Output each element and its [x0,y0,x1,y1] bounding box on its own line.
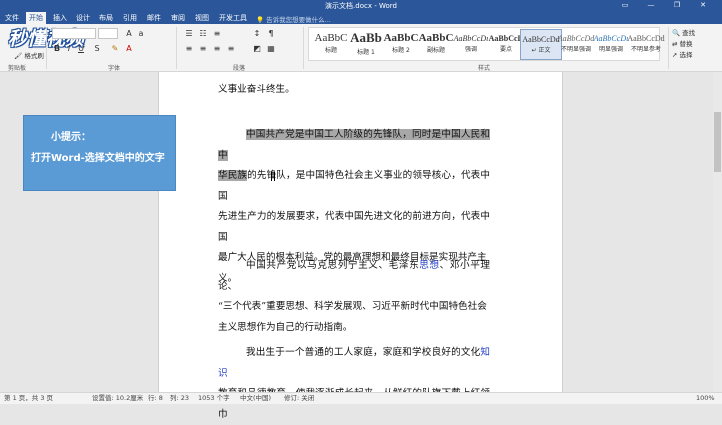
selected-text: 华民族 [218,170,248,181]
font-size-field[interactable] [98,28,118,39]
font-name-field[interactable] [52,28,96,39]
select-button[interactable]: ➚ 选择 [672,50,722,61]
tab-layout[interactable]: 布局 [96,12,116,24]
replace-label: 替换 [679,40,693,48]
text-cursor-icon [271,172,275,181]
paragraph-2[interactable]: 中国共产党以马克思列宁主义、毛泽东思想、邓小平理论、 “三个代表”重要思想、科学… [218,256,490,338]
text-line: 中国共产党是中国工人阶级的先锋队，同时是中国人民和中 [218,125,490,166]
line-number: 行: 8 [148,394,163,402]
underline-button[interactable]: U [76,43,86,54]
bold-button[interactable]: B [52,43,62,54]
styles-group-label: 样式 [478,65,491,72]
tab-review[interactable]: 审阅 [168,12,188,24]
clipboard-group-label: 剪贴板 [8,65,27,72]
styles-gallery[interactable]: AaBbC 标题 AaBb 标题 1 AaBbC 标题 2 AaBbC 副标题 … [308,27,665,61]
font-color-icon[interactable]: A [124,43,134,54]
tab-developer[interactable]: 开发工具 [216,12,250,24]
text-line: 我出生于一个普通的工人家庭，家庭和学校良好的文化知识 [218,343,490,384]
column-number: 列: 23 [170,394,190,402]
text-line: 中国共产党以马克思列宁主义、毛泽东思想、邓小平理论、 [218,256,490,297]
paintbrush-icon: 🖌 [14,52,23,60]
paragraph-group-label: 段落 [233,65,246,72]
replace-icon: ⇄ [672,40,678,48]
page-count[interactable]: 第 1 页，共 3 页 [4,393,53,404]
minimize-button[interactable]: — [640,0,662,11]
grow-font-icon[interactable]: A [124,28,134,39]
ribbon-display-options-icon[interactable]: ▭ [614,0,636,11]
text-span: 的先锋队，是中国特色社会主义事业的领导核心，代表中国 [218,170,490,202]
select-label: 选择 [679,51,693,59]
tab-mailings[interactable]: 邮件 [144,12,164,24]
text-line: 先进生产力的发展要求，代表中国先进文化的前进方向，代表中国 [218,211,490,243]
track-changes-status[interactable]: 修订: 关闭 [284,393,314,404]
word-count[interactable]: 1053 个字 [198,393,230,404]
group-divider [668,27,669,69]
shading-icon[interactable]: ◩ [252,43,262,54]
text-span: 我出生于一个普通的工人家庭，家庭和学校良好的文化 [246,347,481,358]
editing-group: 🔍 查找 ⇄ 替换 ➚ 选择 [672,28,722,61]
font-group-label: 字体 [108,65,121,72]
align-right-icon[interactable]: ≡ [212,43,222,54]
italic-button[interactable]: I [64,43,74,54]
close-button[interactable]: ✕ [692,0,714,11]
lightbulb-icon: 💡 [256,16,265,24]
tell-me-search[interactable]: 💡 告诉我您想要做什么... [256,14,331,24]
vertical-scrollbar[interactable] [713,72,722,392]
align-center-icon[interactable]: ≡ [198,43,208,54]
style-name: 不明显参考 [630,46,661,53]
highlight-color-icon[interactable]: ✎ [110,43,120,54]
hyperlink[interactable]: 思想 [419,260,439,271]
find-label: 查找 [682,29,696,37]
ribbon: 秒懂视频 🖌 格式刷 剪贴板 A a B I U S ✎ A 字体 ☰ ☷ ≡ … [0,24,722,72]
align-left-icon[interactable]: ≡ [184,43,194,54]
tab-insert[interactable]: 插入 [50,12,70,24]
search-icon: 🔍 [672,29,681,37]
shrink-font-icon[interactable]: a [136,28,146,39]
multilevel-list-icon[interactable]: ≡ [212,28,222,39]
tab-file[interactable]: 文件 [2,12,22,24]
scrollbar-thumb[interactable] [714,112,721,172]
find-button[interactable]: 🔍 查找 [672,28,722,39]
ribbon-tabs: 文件 开始 插入 设计 布局 引用 邮件 审阅 视图 开发工具 [0,11,722,24]
sort-icon[interactable]: ↕ [252,28,262,39]
format-painter-button[interactable]: 🖌 格式刷 [14,50,44,60]
text-line: 主义思想作为自己的行动指南。 [218,321,353,333]
strikethrough-button[interactable]: S [92,43,102,54]
vertical-position: 设置值: 10.2厘米 [92,394,144,402]
group-divider [176,27,177,69]
tell-me-text: 告诉我您想要做什么... [266,16,331,24]
paragraph-tail[interactable]: 义事业奋斗终生。 [218,80,490,101]
bullets-icon[interactable]: ☰ [184,28,194,39]
tab-view[interactable]: 视图 [192,12,212,24]
show-marks-icon[interactable]: ¶ [266,28,276,39]
format-painter-label: 格式刷 [24,52,44,60]
tab-home[interactable]: 开始 [26,12,46,24]
text-line: 华民族的先锋队，是中国特色社会主义事业的领导核心，代表中国 [218,166,490,207]
justify-icon[interactable]: ≡ [226,43,236,54]
group-divider [303,27,304,69]
paragraph-3[interactable]: 我出生于一个普通的工人家庭，家庭和学校良好的文化知识 教育和品德教育，使我逐渐成… [218,343,490,425]
text-line: 义事业奋斗终生。 [218,84,295,95]
text-line: “三个代表”重要思想、科学发展观、习近平新时代中国特色社会 [218,301,487,312]
text-span: 中国共产党以马克思列宁主义、毛泽东 [246,260,420,271]
tip-title: 小提示： [51,132,91,143]
tip-overlay: 小提示： 打开Word-选择文档中的文字 [23,115,176,191]
cursor-arrow-icon: ➚ [672,51,678,59]
title-bar: 演示文档.docx - Word ▭ — ❐ ✕ [0,0,722,11]
tip-text: 打开Word-选择文档中的文字 [31,153,165,164]
language[interactable]: 中文(中国) [240,393,271,404]
selected-text: 中国共产党是中国工人阶级的先锋队，同时是中国人民和中 [218,129,490,161]
text-line: 教育和品德教育，使我逐渐成长起来，从鲜红的队旗下戴上红领巾 [218,388,490,420]
numbering-icon[interactable]: ☷ [198,28,208,39]
replace-button[interactable]: ⇄ 替换 [672,39,722,50]
status-bar: 第 1 页，共 3 页 设置值: 10.2厘米 行: 8 列: 23 1053 … [0,392,722,404]
style-subtle-reference[interactable]: AaBbCcDd 不明显参考 [625,29,667,60]
group-divider [46,27,47,69]
maximize-button[interactable]: ❐ [666,0,688,11]
tab-design[interactable]: 设计 [73,12,93,24]
zoom-level[interactable]: 100% [696,393,715,404]
style-sample: AaBbCcDd [627,34,665,43]
tab-references[interactable]: 引用 [120,12,140,24]
borders-icon[interactable]: ▦ [266,43,276,54]
